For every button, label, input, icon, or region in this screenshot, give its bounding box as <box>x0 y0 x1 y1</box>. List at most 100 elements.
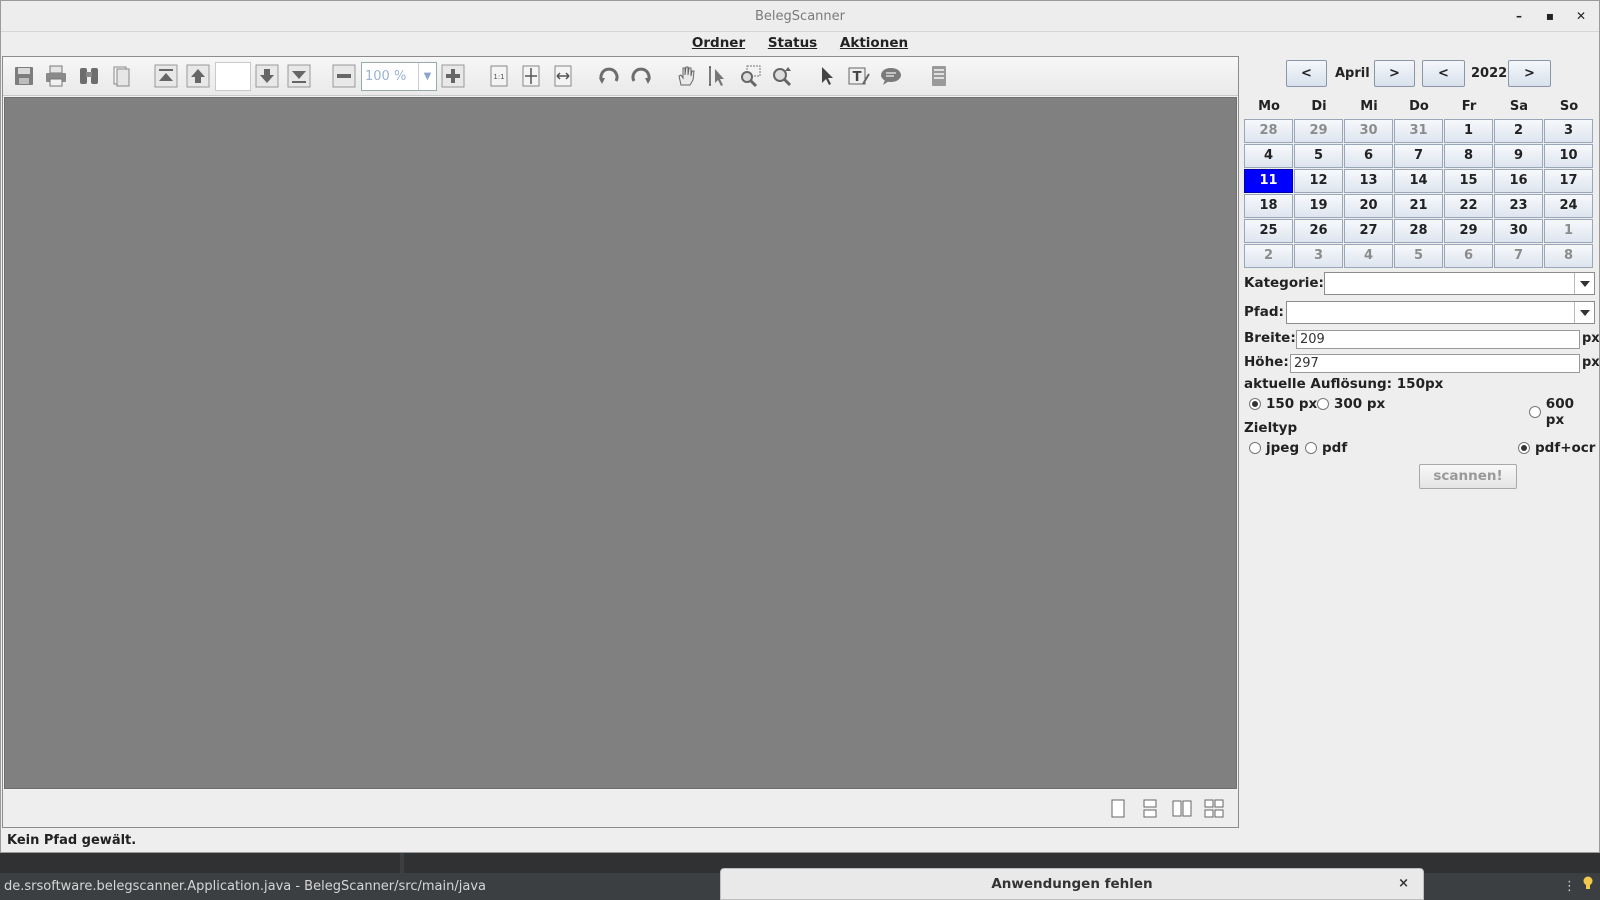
calendar-day[interactable]: 1 <box>1544 219 1593 243</box>
calendar-day[interactable]: 27 <box>1344 219 1393 243</box>
free-text-annotation-icon[interactable]: T <box>846 63 872 89</box>
text-select-icon[interactable] <box>705 63 731 89</box>
minimize-button[interactable]: – <box>1504 1 1534 32</box>
menu-aktionen[interactable]: Aktionen <box>840 32 908 54</box>
zoom-in-icon[interactable] <box>440 63 466 89</box>
kategorie-combobox[interactable] <box>1324 272 1595 295</box>
document-canvas[interactable] <box>4 97 1237 789</box>
calendar-day[interactable]: 1 <box>1444 119 1493 143</box>
resolution-600-radio[interactable]: 600 px <box>1529 396 1596 428</box>
calendar-day[interactable]: 20 <box>1344 194 1393 218</box>
year-next-button[interactable]: > <box>1508 60 1551 87</box>
target-pdf-ocr-radio[interactable]: pdf+ocr <box>1518 440 1595 456</box>
calendar-day[interactable]: 16 <box>1494 169 1543 193</box>
calendar-day[interactable]: 5 <box>1394 244 1443 268</box>
scan-button[interactable]: scannen! <box>1419 464 1517 489</box>
actual-size-icon[interactable]: 1:1 <box>486 63 512 89</box>
calendar-day[interactable]: 6 <box>1344 144 1393 168</box>
resolution-150-radio[interactable]: 150 px <box>1249 396 1317 412</box>
calendar-day[interactable]: 8 <box>1444 144 1493 168</box>
search-icon[interactable] <box>76 63 102 89</box>
zoom-select-icon[interactable] <box>737 63 763 89</box>
calendar-day[interactable]: 3 <box>1294 244 1343 268</box>
resolution-300-radio[interactable]: 300 px <box>1317 396 1385 412</box>
chevron-down-icon[interactable] <box>1574 302 1594 323</box>
calendar-day[interactable]: 9 <box>1494 144 1543 168</box>
rotate-left-icon[interactable] <box>596 63 622 89</box>
calendar-day[interactable]: 24 <box>1544 194 1593 218</box>
month-next-button[interactable]: > <box>1374 60 1415 87</box>
calendar-day[interactable]: 22 <box>1444 194 1493 218</box>
calendar-day[interactable]: 25 <box>1244 219 1293 243</box>
calendar-day[interactable]: 2 <box>1494 119 1543 143</box>
calendar-day[interactable]: 23 <box>1494 194 1543 218</box>
next-page-icon[interactable] <box>254 63 280 89</box>
calendar-day[interactable]: 30 <box>1344 119 1393 143</box>
year-prev-button[interactable]: < <box>1422 60 1465 87</box>
previous-page-icon[interactable] <box>185 63 211 89</box>
calendar-day[interactable]: 5 <box>1294 144 1343 168</box>
calendar-day[interactable]: 10 <box>1544 144 1593 168</box>
maximize-button[interactable]: ▪ <box>1535 1 1565 32</box>
calendar-day-selected[interactable]: 11 <box>1244 169 1293 193</box>
first-page-icon[interactable] <box>153 63 179 89</box>
zoom-combobox[interactable]: 100 % ▼ <box>361 62 437 91</box>
menu-ordner[interactable]: Ordner <box>692 32 745 54</box>
calendar-day[interactable]: 8 <box>1544 244 1593 268</box>
calendar-day[interactable]: 18 <box>1244 194 1293 218</box>
single-page-continuous-icon[interactable] <box>1139 798 1161 820</box>
calendar-day[interactable]: 7 <box>1394 144 1443 168</box>
properties-icon[interactable] <box>926 63 952 89</box>
calendar-day[interactable]: 2 <box>1244 244 1293 268</box>
calendar-day[interactable]: 7 <box>1494 244 1543 268</box>
zoom-dynamic-icon[interactable] <box>769 63 795 89</box>
target-jpeg-radio[interactable]: jpeg <box>1249 440 1299 456</box>
select-icon[interactable] <box>814 63 840 89</box>
calendar-day[interactable]: 29 <box>1444 219 1493 243</box>
calendar-day[interactable]: 6 <box>1444 244 1493 268</box>
calendar-day[interactable]: 29 <box>1294 119 1343 143</box>
calendar-day[interactable]: 12 <box>1294 169 1343 193</box>
fit-width-icon[interactable] <box>550 63 576 89</box>
menu-status[interactable]: Status <box>768 32 817 54</box>
zoom-out-icon[interactable] <box>331 63 357 89</box>
last-page-icon[interactable] <box>286 63 312 89</box>
page-number-input[interactable] <box>215 62 251 91</box>
notification-close-button[interactable]: × <box>1398 869 1409 899</box>
rotate-right-icon[interactable] <box>628 63 654 89</box>
print-icon[interactable] <box>43 63 69 89</box>
calendar-day[interactable]: 28 <box>1244 119 1293 143</box>
close-button[interactable]: ✕ <box>1566 1 1596 32</box>
calendar-day[interactable]: 19 <box>1294 194 1343 218</box>
month-prev-button[interactable]: < <box>1286 60 1327 87</box>
calendar-day[interactable]: 26 <box>1294 219 1343 243</box>
calendar-day[interactable]: 13 <box>1344 169 1393 193</box>
pan-tool-icon[interactable] <box>673 63 699 89</box>
calendar-day[interactable]: 28 <box>1394 219 1443 243</box>
lightbulb-icon[interactable] <box>1582 873 1594 900</box>
calendar-day[interactable]: 31 <box>1394 119 1443 143</box>
calendar-day[interactable]: 30 <box>1494 219 1543 243</box>
chevron-down-icon[interactable] <box>1574 273 1594 294</box>
two-pages-continuous-icon[interactable] <box>1203 798 1225 820</box>
comment-annotation-icon[interactable] <box>878 63 904 89</box>
fit-page-icon[interactable] <box>518 63 544 89</box>
target-pdf-radio[interactable]: pdf <box>1305 440 1347 456</box>
calendar-day[interactable]: 17 <box>1544 169 1593 193</box>
calendar-day[interactable]: 4 <box>1244 144 1293 168</box>
chevron-down-icon[interactable]: ▼ <box>418 63 436 90</box>
calendar-day[interactable]: 15 <box>1444 169 1493 193</box>
calendar-day[interactable]: 14 <box>1394 169 1443 193</box>
breite-input[interactable]: 209 <box>1296 330 1580 349</box>
single-page-icon[interactable] <box>1107 798 1129 820</box>
calendar-day[interactable]: 21 <box>1394 194 1443 218</box>
page-thumbnails-icon[interactable] <box>108 63 134 89</box>
calendar-day[interactable]: 4 <box>1344 244 1393 268</box>
save-icon[interactable] <box>11 63 37 89</box>
hoehe-input[interactable]: 297 <box>1290 354 1580 373</box>
notification-popup: Anwendungen fehlen × <box>720 868 1424 900</box>
pfad-combobox[interactable] <box>1286 301 1595 324</box>
calendar-day[interactable]: 3 <box>1544 119 1593 143</box>
two-pages-icon[interactable] <box>1171 798 1193 820</box>
ide-menu-dots[interactable]: ⋮ <box>1563 873 1576 900</box>
